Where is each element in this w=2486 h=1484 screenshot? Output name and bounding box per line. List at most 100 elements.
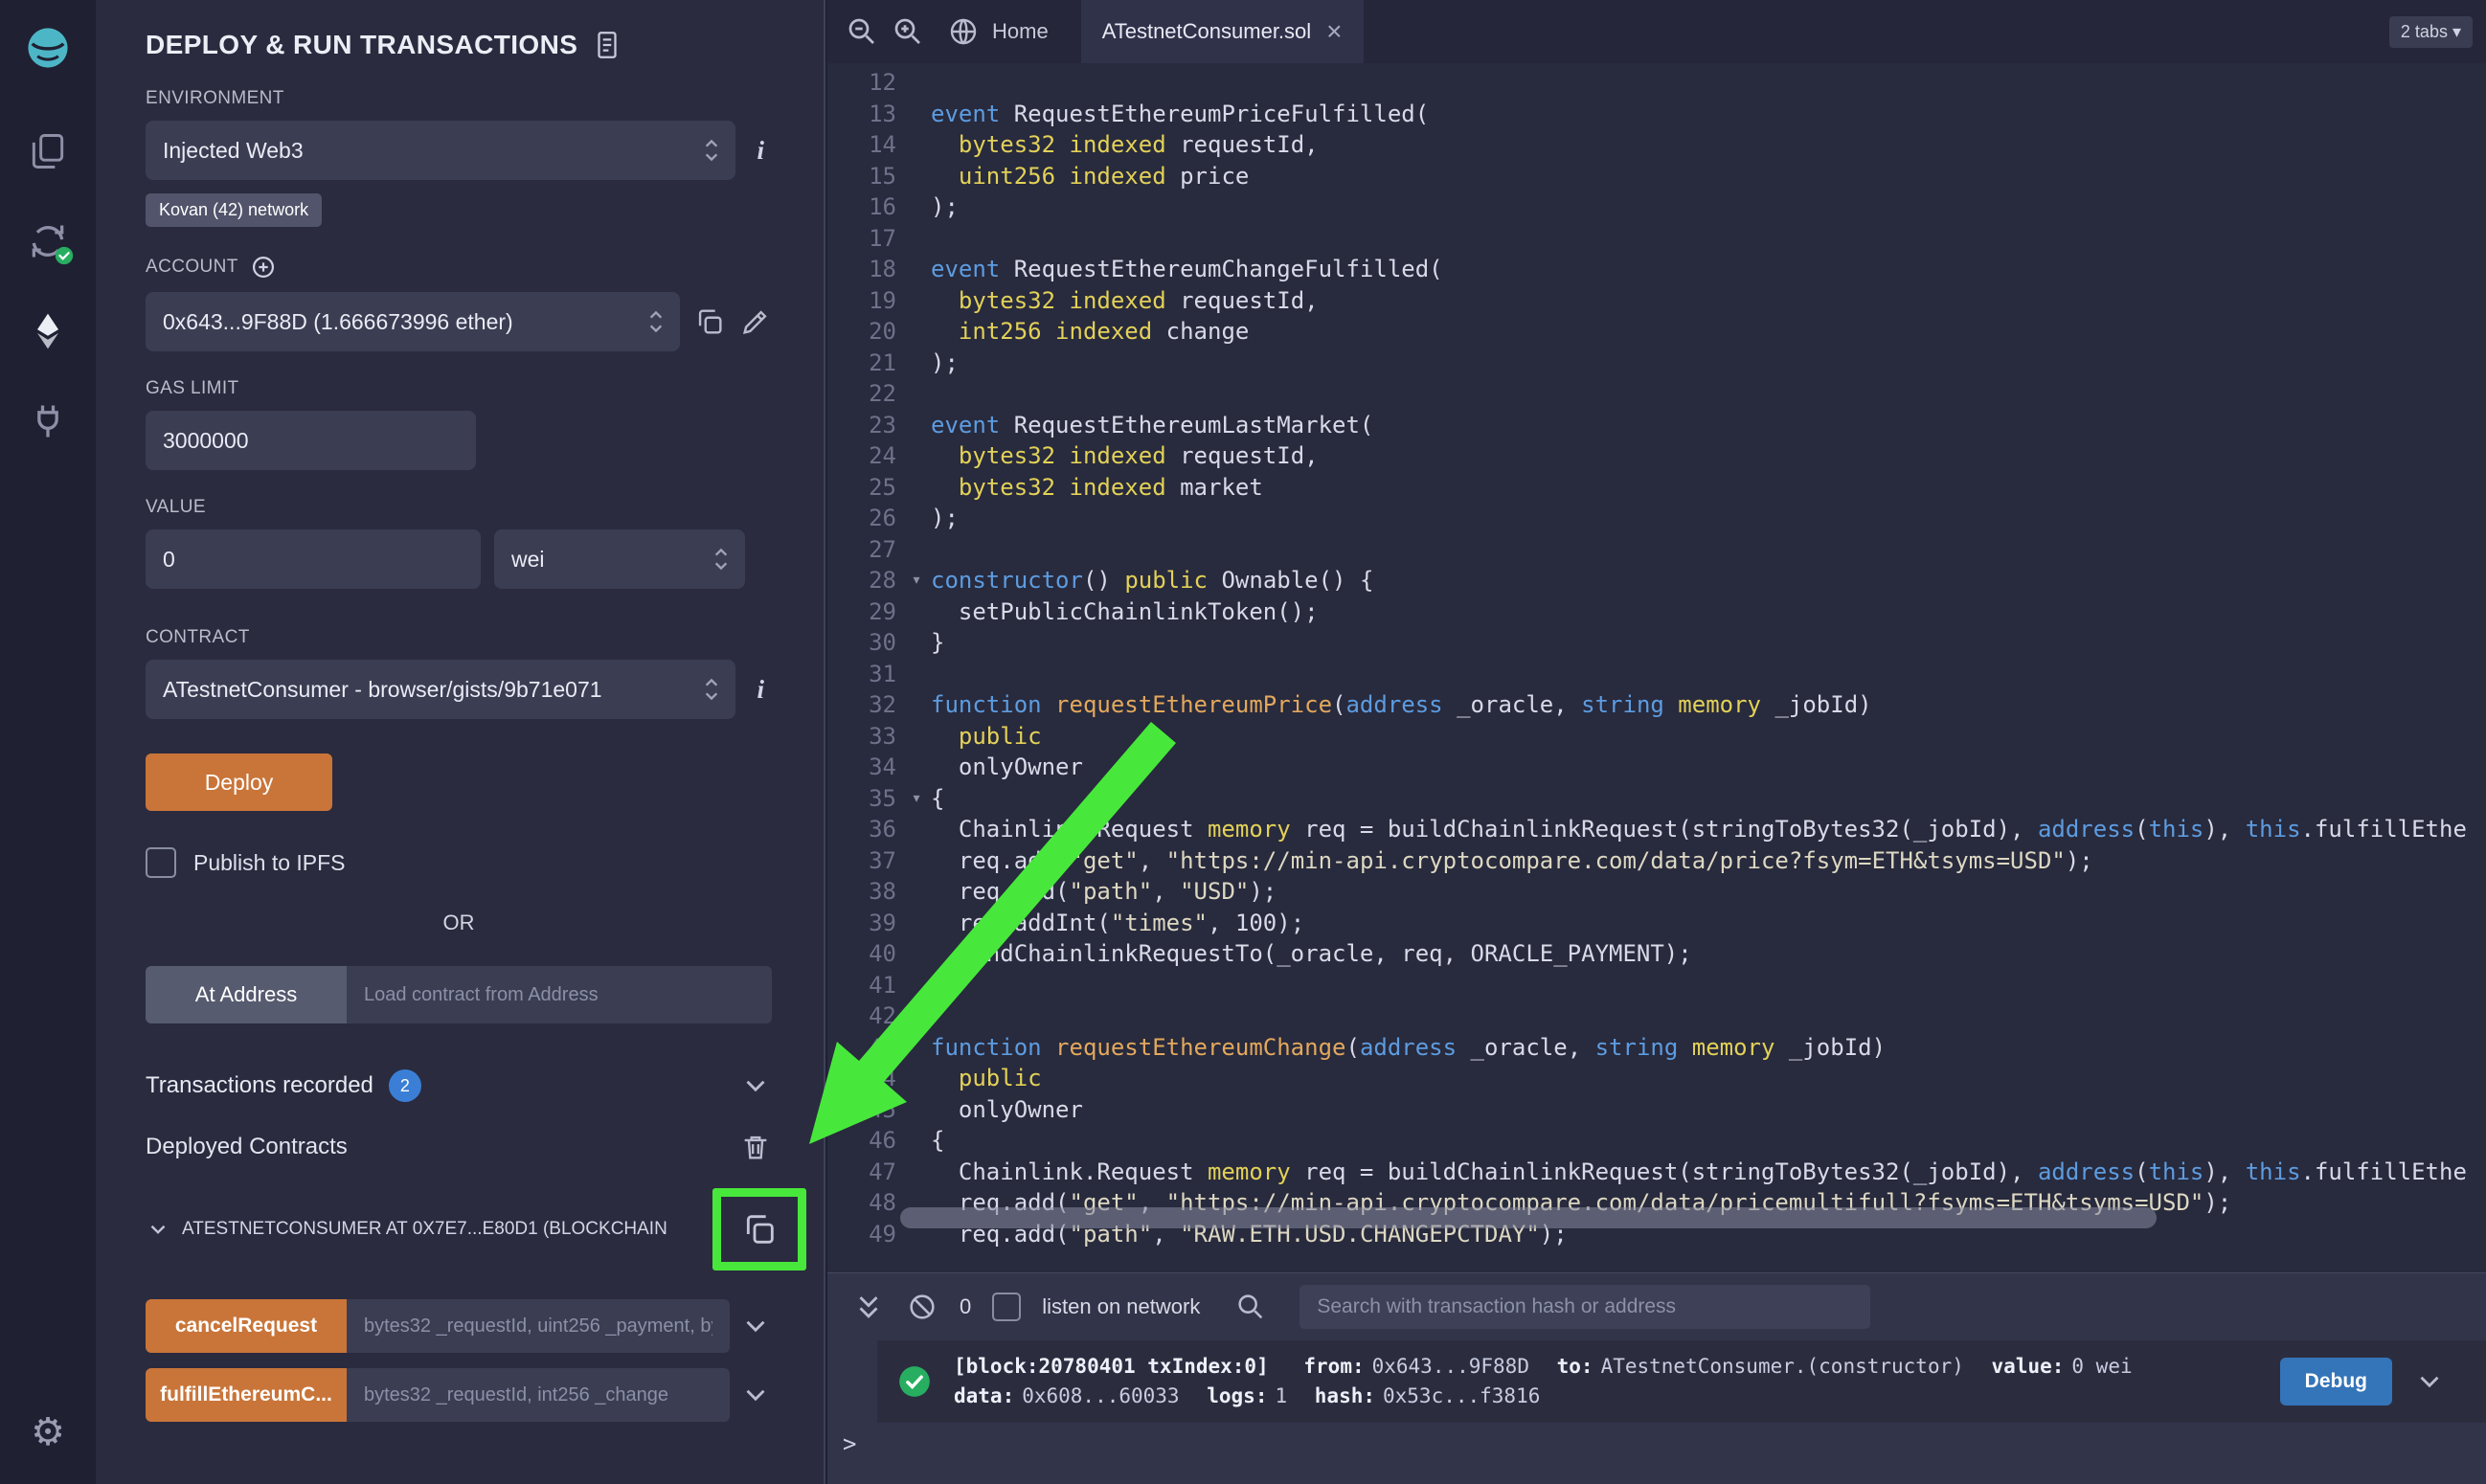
- code-editor[interactable]: 1213event RequestEthereumPriceFulfilled(…: [827, 63, 2486, 1272]
- accordion-caret-icon[interactable]: [146, 1217, 170, 1242]
- debug-button[interactable]: Debug: [2280, 1358, 2392, 1405]
- contract-info-icon[interactable]: i: [749, 675, 772, 705]
- select-stepper-icon: [644, 307, 668, 336]
- code-line: 44 public: [827, 1063, 2486, 1094]
- fold-caret-icon: ▾: [902, 565, 931, 596]
- terminal-search-input[interactable]: [1300, 1285, 1870, 1329]
- expand-terminal-icon[interactable]: [852, 1291, 885, 1323]
- expand-function-chevron-icon[interactable]: [739, 1379, 772, 1411]
- deploy-button[interactable]: Deploy: [146, 753, 332, 811]
- deployed-contract-accordion[interactable]: ATESTNETCONSUMER AT 0X7E7...E80D1 (BLOCK…: [146, 1188, 772, 1270]
- code-line: 42: [827, 1001, 2486, 1032]
- tab-close-icon[interactable]: ×: [1326, 18, 1342, 45]
- at-address-button[interactable]: At Address: [146, 966, 347, 1023]
- code-line: 32function requestEthereumPrice(address …: [827, 689, 2486, 721]
- code-line: 30}: [827, 627, 2486, 659]
- value-label: VALUE: [146, 497, 772, 518]
- deployed-contracts-label: Deployed Contracts: [146, 1134, 348, 1160]
- code-lines: 1213event RequestEthereumPriceFulfilled(…: [827, 67, 2486, 1249]
- select-stepper-icon: [699, 136, 724, 165]
- code-line: 41}: [827, 970, 2486, 1001]
- code-line: 14 bytes32 indexed requestId,: [827, 129, 2486, 161]
- gas-limit-input[interactable]: [146, 411, 476, 470]
- code-line: 29 setPublicChainlinkToken();: [827, 596, 2486, 628]
- code-line: 17: [827, 223, 2486, 255]
- environment-select[interactable]: Injected Web3: [146, 121, 735, 180]
- tabs-count-badge[interactable]: 2 tabs ▾: [2389, 16, 2473, 48]
- tab-atestnetconsumer[interactable]: ATestnetConsumer.sol ×: [1081, 0, 1364, 63]
- search-icon: [1234, 1291, 1267, 1323]
- remix-logo-icon[interactable]: [23, 23, 73, 73]
- code-line: 16);: [827, 191, 2486, 223]
- code-line: 38 req.add("path", "USD");: [827, 876, 2486, 908]
- log-expand-chevron-icon[interactable]: [2413, 1365, 2446, 1398]
- copy-account-icon[interactable]: [693, 305, 726, 338]
- deployed-contract-title: ATESTNETCONSUMER AT 0X7E7...E80D1 (BLOCK…: [182, 1219, 701, 1240]
- file-explorer-icon[interactable]: [27, 130, 69, 172]
- expand-function-chevron-icon[interactable]: [739, 1310, 772, 1342]
- code-line: 23event RequestEthereumLastMarket(: [827, 410, 2486, 441]
- fold-caret-icon: ▾: [902, 783, 931, 815]
- annotation-highlight-box: [712, 1188, 806, 1270]
- tab-home[interactable]: Home: [937, 0, 1070, 63]
- transactions-recorded-label: Transactions recorded: [146, 1072, 373, 1099]
- value-unit-select[interactable]: wei: [494, 529, 745, 589]
- transactions-chevron-icon[interactable]: [739, 1069, 772, 1102]
- code-line: 24 bytes32 indexed requestId,: [827, 440, 2486, 472]
- solidity-compiler-icon[interactable]: [27, 220, 69, 262]
- contract-label: CONTRACT: [146, 627, 772, 648]
- code-line: 45 onlyOwner: [827, 1094, 2486, 1126]
- document-icon[interactable]: [591, 29, 623, 61]
- terminal-toolbar: 0 listen on network: [827, 1273, 2486, 1340]
- tab-bar: Home ATestnetConsumer.sol × 2 tabs ▾: [827, 0, 2486, 63]
- code-line: 20 int256 indexed change: [827, 316, 2486, 348]
- copy-contract-address-icon[interactable]: [740, 1210, 779, 1248]
- main-area: Home ATestnetConsumer.sol × 2 tabs ▾ 121…: [827, 0, 2486, 1484]
- trash-icon[interactable]: [739, 1131, 772, 1163]
- edit-pencil-icon[interactable]: [739, 305, 772, 338]
- add-account-icon[interactable]: [250, 254, 277, 281]
- code-line: 12: [827, 67, 2486, 99]
- environment-label: ENVIRONMENT: [146, 88, 772, 109]
- listen-network-label: listen on network: [1042, 1294, 1200, 1319]
- value-input[interactable]: [146, 529, 481, 589]
- code-line: 18event RequestEthereumChangeFulfilled(: [827, 254, 2486, 285]
- transactions-count-badge: 2: [389, 1069, 421, 1102]
- cancel-request-button[interactable]: cancelRequest: [146, 1299, 347, 1353]
- zoom-in-icon[interactable]: [891, 14, 925, 49]
- code-line: 37 req.add("get", "https://min-api.crypt…: [827, 845, 2486, 877]
- environment-info-icon[interactable]: i: [749, 136, 772, 166]
- cancel-request-params-input[interactable]: [347, 1299, 730, 1353]
- fulfill-ethereum-params-input[interactable]: [347, 1368, 730, 1422]
- publish-ipfs-checkbox[interactable]: [146, 847, 176, 878]
- fulfill-ethereum-button[interactable]: fulfillEthereumC...: [146, 1368, 347, 1422]
- code-line: 47 Chainlink.Request memory req = buildC…: [827, 1157, 2486, 1188]
- code-line: 35▾{: [827, 783, 2486, 815]
- settings-gear-icon[interactable]: ⚙: [27, 1411, 69, 1453]
- code-line: 13event RequestEthereumPriceFulfilled(: [827, 99, 2486, 130]
- select-stepper-icon: [709, 545, 734, 573]
- icon-sidebar: ⚙: [0, 0, 96, 1484]
- network-badge: Kovan (42) network: [146, 193, 322, 227]
- code-line: 28▾constructor() public Ownable() {: [827, 565, 2486, 596]
- terminal-prompt[interactable]: >: [827, 1423, 2486, 1457]
- tab-home-label: Home: [992, 19, 1049, 44]
- tx-success-check-icon: [896, 1363, 933, 1400]
- code-line: 36 Chainlink.Request memory req = buildC…: [827, 814, 2486, 845]
- transaction-log-entry[interactable]: [block:20780401 txIndex:0] from:0x643...…: [877, 1340, 2486, 1423]
- deploy-run-panel: DEPLOY & RUN TRANSACTIONS ENVIRONMENT In…: [96, 0, 825, 1484]
- at-address-input[interactable]: [347, 966, 772, 1023]
- or-divider: OR: [146, 911, 772, 935]
- transaction-log-text: [block:20780401 txIndex:0] from:0x643...…: [954, 1352, 2259, 1411]
- deploy-and-run-icon[interactable]: [27, 310, 69, 352]
- account-select[interactable]: 0x643...9F88D (1.666673996 ether): [146, 292, 680, 351]
- code-line: 43function requestEthereumChange(address…: [827, 1032, 2486, 1064]
- terminal-panel: 0 listen on network [block:20780401 txIn…: [827, 1272, 2486, 1484]
- plugin-manager-icon[interactable]: [27, 400, 69, 442]
- listen-network-checkbox[interactable]: [992, 1293, 1021, 1321]
- clear-console-icon[interactable]: [906, 1291, 938, 1323]
- contract-select[interactable]: ATestnetConsumer - browser/gists/9b71e07…: [146, 660, 735, 719]
- zoom-out-icon[interactable]: [845, 14, 879, 49]
- code-line: 46{: [827, 1125, 2486, 1157]
- horizontal-scrollbar[interactable]: [900, 1207, 2157, 1228]
